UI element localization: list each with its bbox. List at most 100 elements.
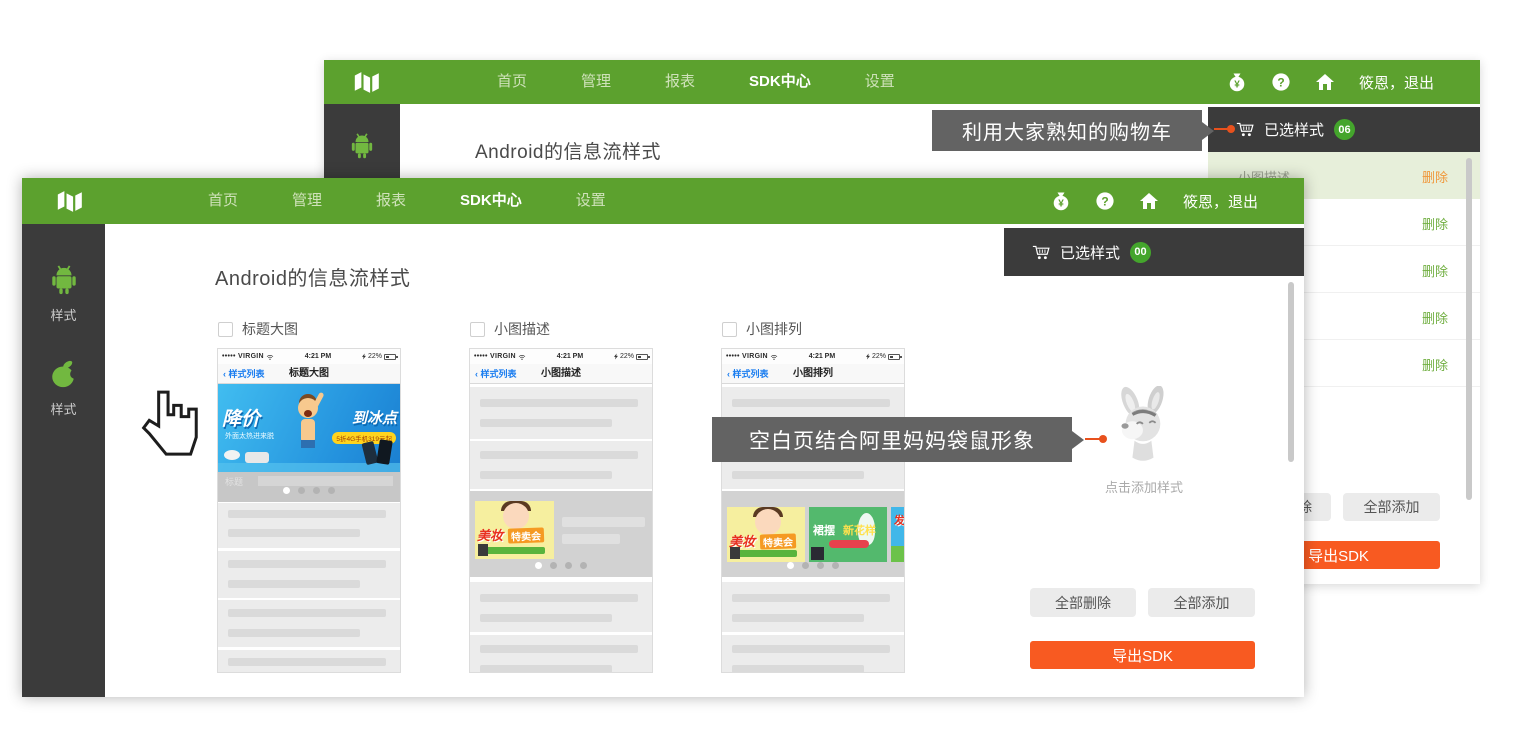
style-card-smallimage-row[interactable]: ••••• VIRGIN 4:21 PM 22% ‹ 样式列表 小图排列 [721,348,905,673]
help-icon[interactable]: ? [1095,191,1115,211]
nav-item-home[interactable]: 首页 [470,60,554,104]
ad-slot-highlight: 美妆 特卖会 裙摆 新花样 发 [722,491,904,577]
style-checkbox[interactable] [470,322,485,337]
svg-text:?: ? [1101,195,1108,209]
pagination-dots [470,556,652,574]
style-card-title-bigimage[interactable]: ••••• VIRGIN 4:21 PM 22% ‹ 样式列表 标题大图 降价 … [217,348,401,673]
product-speaker [245,452,269,463]
nav-item-report[interactable]: 报表 [349,179,433,223]
nav-item-report[interactable]: 报表 [638,60,722,104]
nav-item-settings[interactable]: 设置 [838,60,922,104]
delete-link[interactable]: 删除 [1422,355,1448,374]
help-icon[interactable]: ? [1271,72,1291,92]
home-icon[interactable] [1139,191,1159,211]
user-logout-link[interactable]: 筱恩，退出 [1359,72,1434,93]
callout-connector-line [1085,438,1100,440]
alimama-logo-icon [352,70,386,94]
callout-shopping-cart: 利用大家熟知的购物车 [932,110,1202,151]
promo-thumb-beauty: 美妆 特卖会 [475,501,554,559]
cart-icon [1236,121,1255,138]
style-option-smallimage-desc: 小图描述 [470,319,550,339]
top-navbar: 首页 管理 报表 SDK中心 设置 ¥ ? 筱恩，退出 [22,178,1304,224]
nav-item-manage[interactable]: 管理 [265,179,349,223]
callout-arrow [1072,431,1084,449]
feed-placeholder-block [470,441,652,489]
wifi-icon [266,354,274,360]
apple-icon [48,358,80,390]
nav-item-home[interactable]: 首页 [181,179,265,223]
delete-all-button[interactable]: 全部删除 [1030,588,1136,617]
product-phone [376,439,393,465]
callout-arrow [1202,122,1214,140]
pagination-dots [722,556,904,574]
feed-placeholder-block [218,650,400,673]
sidebar-label: 样式 [50,308,76,323]
style-checkbox[interactable] [722,322,737,337]
page-title: Android的信息流样式 [215,262,410,291]
nav-item-settings[interactable]: 设置 [549,179,633,223]
foreground-window: 首页 管理 报表 SDK中心 设置 ¥ ? 筱恩，退出 [22,178,1304,697]
charging-bolt-icon [866,353,870,360]
export-sdk-button[interactable]: 导出SDK [1030,641,1255,669]
product-earbud [224,450,240,460]
money-bag-icon[interactable]: ¥ [1227,72,1247,92]
delete-link[interactable]: 删除 [1422,214,1448,233]
battery-icon [636,354,648,360]
delete-link[interactable]: 删除 [1422,167,1448,186]
nav-item-manage[interactable]: 管理 [554,60,638,104]
banner-text-right: 到冰点 [352,407,397,428]
style-label: 小图排列 [746,319,802,339]
callout-kangaroo: 空白页结合阿里妈妈袋鼠形象 [712,417,1072,462]
charging-bolt-icon [362,353,366,360]
feed-placeholder-block [218,600,400,647]
user-logout-link[interactable]: 筱恩，退出 [1183,191,1258,212]
phone-nav-bar: ‹ 样式列表 小图描述 [470,364,652,384]
feed-placeholder-block [218,551,400,598]
delete-link[interactable]: 删除 [1422,261,1448,280]
wifi-icon [518,354,526,360]
model-face [503,503,529,529]
ad-slot-highlight: 美妆 特卖会 [470,491,652,577]
phone-nav-bar: ‹ 样式列表 小图排列 [722,364,904,384]
hand-cursor-icon [138,388,200,464]
style-card-smallimage-desc[interactable]: ••••• VIRGIN 4:21 PM 22% ‹ 样式列表 小图描述 [469,348,653,673]
add-all-button[interactable]: 全部添加 [1148,588,1255,617]
home-icon[interactable] [1315,72,1335,92]
clock-text: 4:21 PM [274,353,362,360]
pagination-dots [218,481,400,499]
style-option-smallimage-row: 小图排列 [722,319,802,339]
scrollbar[interactable] [1466,158,1472,500]
style-label: 小图描述 [494,319,550,339]
sidebar-item-android-styles[interactable] [324,132,400,160]
nav-item-sdk-center[interactable]: SDK中心 [722,60,838,104]
nav-item-sdk-center[interactable]: SDK中心 [433,179,549,223]
battery-text: 22% [368,353,382,360]
style-checkbox[interactable] [218,322,233,337]
nav-menu: 首页 管理 报表 SDK中心 设置 [181,179,633,223]
feed-placeholder-block [218,503,400,548]
sidebar-label: 样式 [50,402,76,417]
promo-thumb-beauty: 美妆 特卖会 [727,507,805,562]
phone-nav-bar: ‹ 样式列表 标题大图 [218,364,400,384]
banner-text-left: 降价 [222,404,260,431]
svg-text:¥: ¥ [1058,199,1064,210]
add-all-button[interactable]: 全部添加 [1343,493,1440,521]
promo-banner-image: 降价 外面太热进来脱 到冰点 5折4G手机319元起 [218,384,400,472]
money-bag-icon[interactable]: ¥ [1051,191,1071,211]
delete-link[interactable]: 删除 [1422,308,1448,327]
scrollbar[interactable] [1288,282,1294,462]
nav-menu: 首页 管理 报表 SDK中心 设置 [470,60,922,104]
sidebar-item-ios-styles[interactable]: 样式 [22,358,105,418]
promo-thumb-partial: 发 [891,507,905,562]
sidebar-item-android-styles[interactable]: 样式 [22,264,105,324]
feed-placeholder-block [722,635,904,673]
back-button: ‹ 样式列表 [475,364,517,384]
charging-bolt-icon [614,353,618,360]
selected-styles-header: 已选样式 00 [1004,228,1304,276]
selected-styles-header: 已选样式 06 [1208,107,1480,152]
back-button: ‹ 样式列表 [727,364,769,384]
android-icon [349,132,375,160]
promo-thumb-dress: 裙摆 新花样 [809,507,887,562]
callout-connector-line [1214,128,1228,130]
feed-placeholder-block [470,387,652,439]
